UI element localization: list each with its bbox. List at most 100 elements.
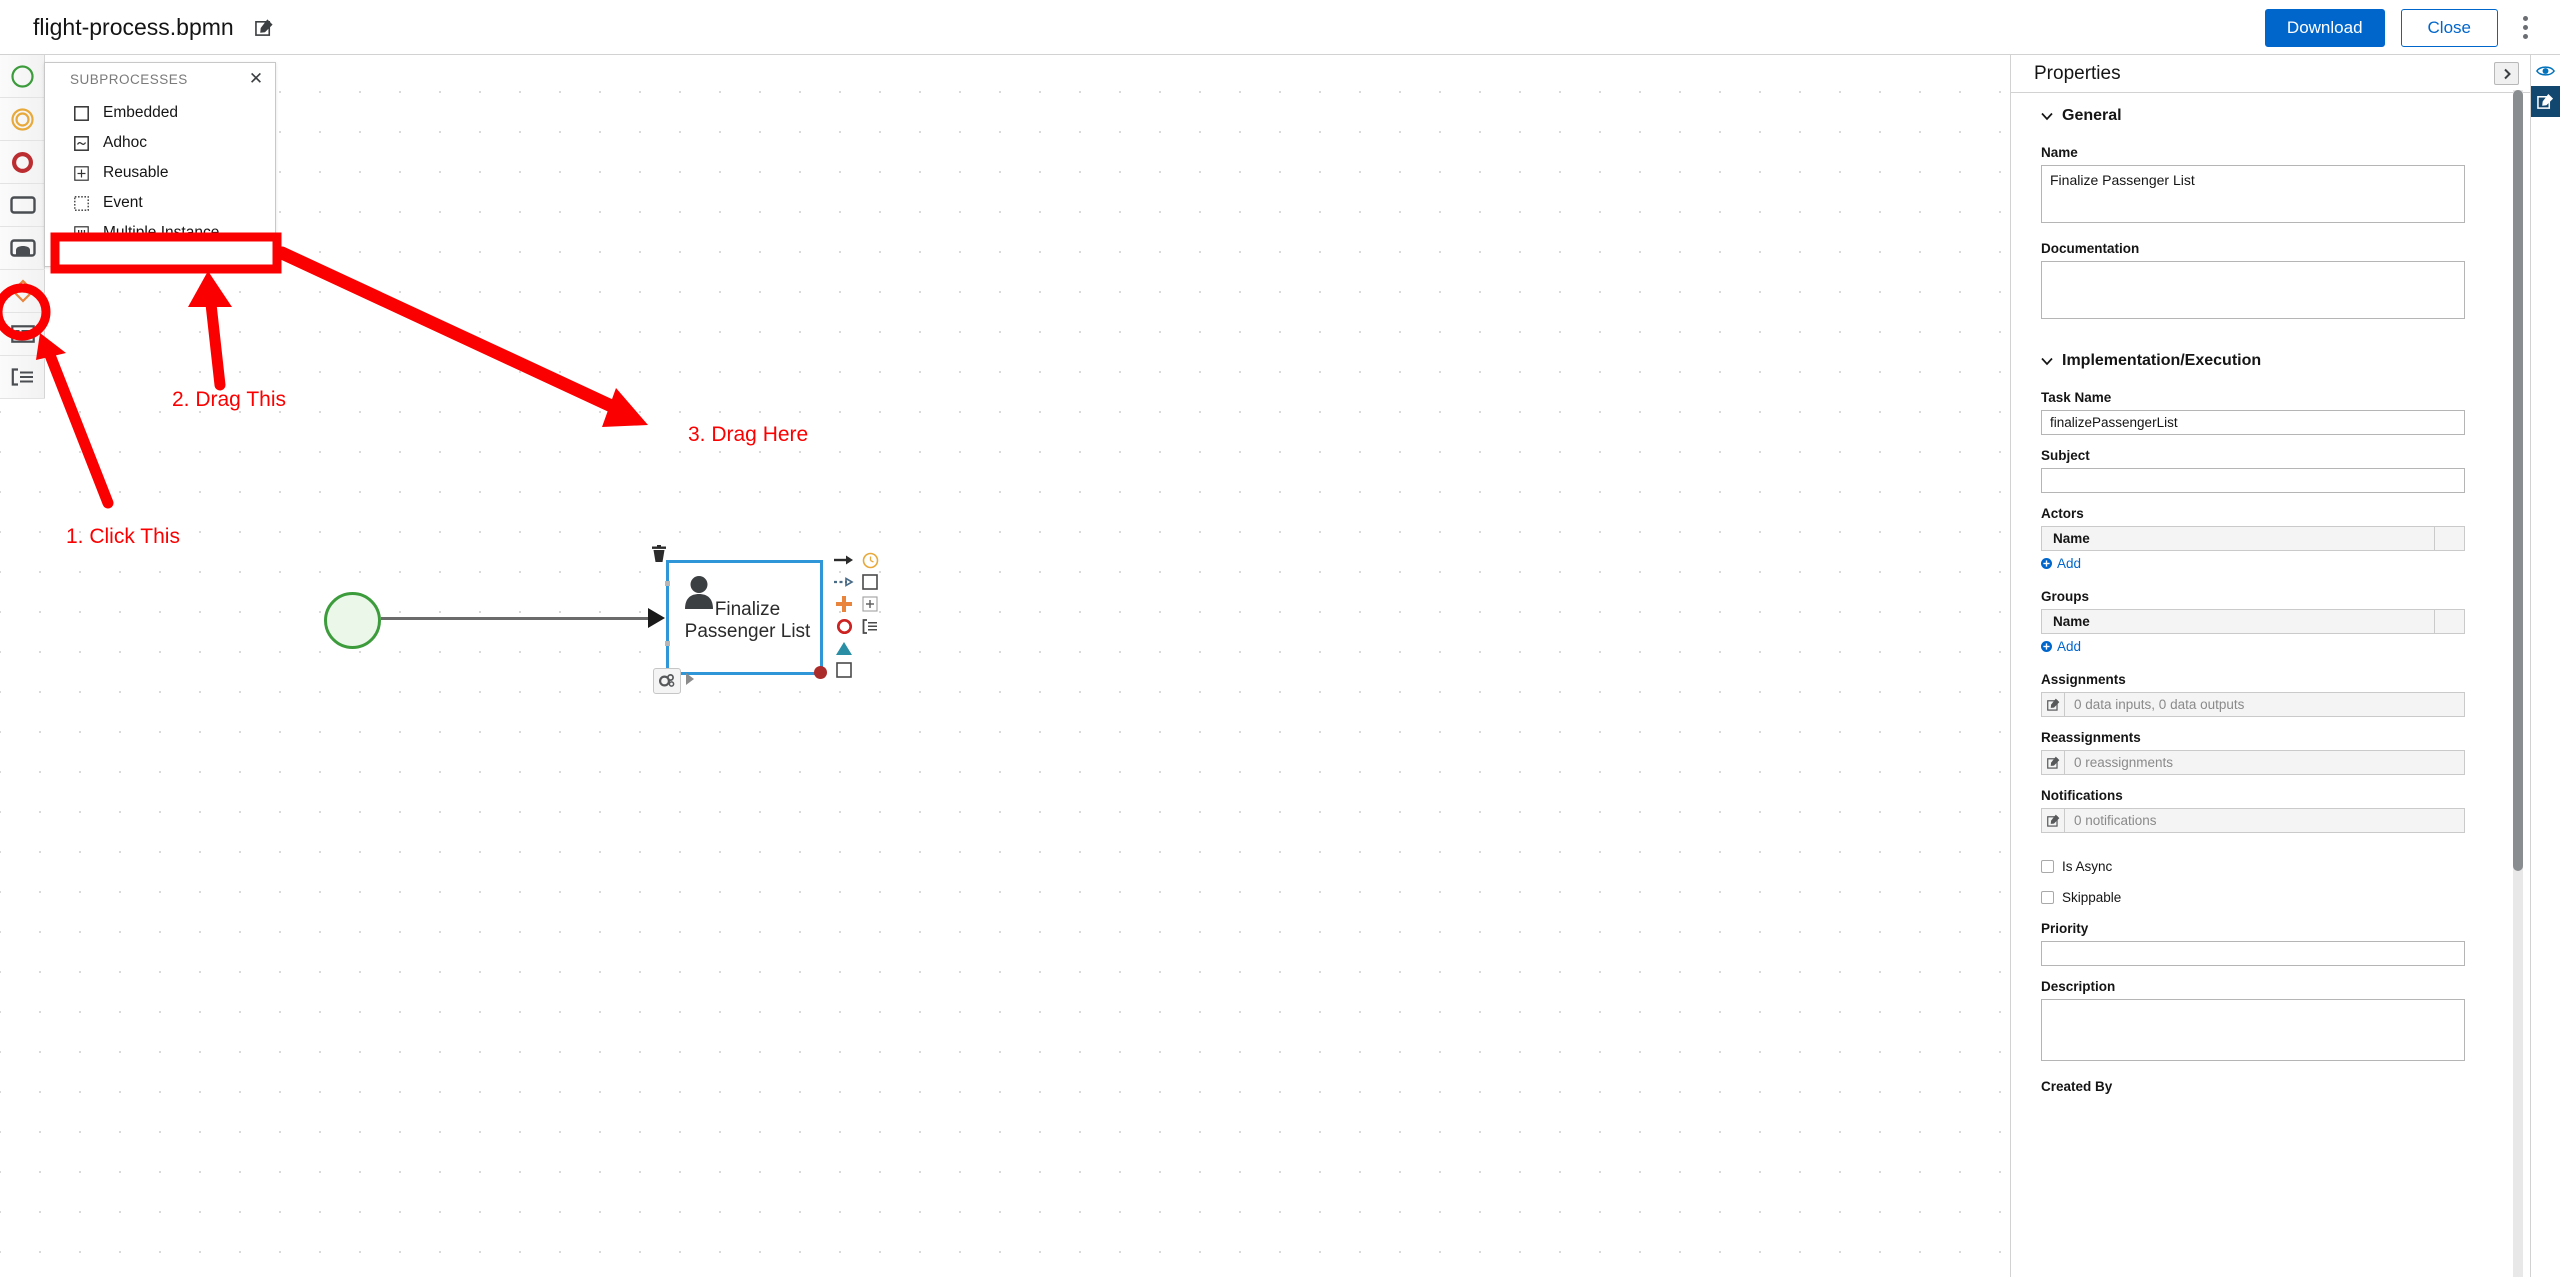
groups-col-actions <box>2434 610 2464 633</box>
context-pad <box>831 550 893 682</box>
embedded-subprocess-icon <box>70 102 92 124</box>
append-end-event-icon[interactable] <box>831 616 857 636</box>
connection-endpoint[interactable] <box>814 666 827 679</box>
eye-preview-icon[interactable] <box>2531 55 2560 86</box>
row-skippable[interactable]: Skippable <box>2041 890 2465 905</box>
actors-label: Actors <box>2041 506 2084 521</box>
is-async-checkbox[interactable] <box>2041 860 2054 873</box>
description-field[interactable] <box>2041 999 2465 1061</box>
section-general[interactable]: General <box>2041 107 2465 125</box>
description-label: Description <box>2041 979 2116 994</box>
documentation-field[interactable] <box>2041 261 2465 319</box>
priority-field[interactable] <box>2041 941 2465 966</box>
palette-item-intermediate-event[interactable] <box>0 98 45 141</box>
created-by-label: Created By <box>2041 1079 2113 1094</box>
skippable-checkbox[interactable] <box>2041 891 2054 904</box>
subprocesses-popup-header: SUBPROCESSES ✕ <box>45 63 275 96</box>
subprocesses-popup-title: SUBPROCESSES <box>70 72 188 87</box>
section-implementation-execution[interactable]: Implementation/Execution <box>2041 352 2465 370</box>
subprocess-option-label: Event <box>103 194 143 211</box>
subprocess-option-reusable[interactable]: Reusable <box>45 158 275 188</box>
start-event-shape[interactable] <box>324 592 381 649</box>
add-actor-button[interactable]: Add <box>2041 556 2465 571</box>
notifications-value: 0 notifications <box>2065 808 2465 833</box>
groups-col-name: Name <box>2053 614 2090 629</box>
palette-item-start-event[interactable] <box>0 55 45 98</box>
properties-body[interactable]: General Name Documentation Implementatio… <box>2011 93 2513 1277</box>
palette-item-subprocess[interactable] <box>0 227 45 270</box>
subprocess-option-adhoc[interactable]: Adhoc <box>45 128 275 158</box>
edit-pencil-icon[interactable] <box>252 14 278 40</box>
append-lane-icon[interactable] <box>857 616 883 636</box>
properties-title: Properties <box>2034 62 2121 84</box>
properties-header: Properties <box>2011 55 2530 93</box>
palette-item-gateway[interactable] <box>0 270 45 313</box>
subprocess-option-event[interactable]: Event <box>45 188 275 218</box>
task-name-field[interactable] <box>2041 410 2465 435</box>
palette-item-swimlane[interactable] <box>0 356 45 399</box>
subprocess-option-embedded[interactable]: Embedded <box>45 98 275 128</box>
append-timer-event-icon[interactable] <box>857 550 883 570</box>
subprocess-option-label: Reusable <box>103 164 169 181</box>
name-field[interactable] <box>2041 165 2465 223</box>
close-button[interactable]: Close <box>2400 8 2498 47</box>
field-notifications: Notifications 0 notifications <box>2041 788 2465 833</box>
palette-item-task[interactable] <box>0 184 45 227</box>
notifications-label: Notifications <box>2041 788 2123 803</box>
append-sequence-flow-icon[interactable] <box>831 550 857 570</box>
add-actor-label: Add <box>2057 556 2082 571</box>
kebab-menu-icon[interactable] <box>2508 5 2542 51</box>
row-is-async[interactable]: Is Async <box>2041 859 2465 874</box>
multiple-instance-icon <box>70 222 92 244</box>
skippable-label: Skippable <box>2062 890 2122 905</box>
add-plus-icon[interactable] <box>831 594 857 614</box>
resize-handle-left-bottom[interactable] <box>665 641 670 646</box>
field-priority: Priority <box>2041 921 2465 966</box>
section-general-label: General <box>2062 107 2122 124</box>
subprocess-option-label: Multiple Instance <box>103 224 220 241</box>
annotation-step-3: 3. Drag Here <box>688 423 809 446</box>
gear-expand-caret-icon[interactable] <box>686 673 694 685</box>
field-description: Description <box>2041 979 2465 1066</box>
add-group-button[interactable]: Add <box>2041 639 2465 654</box>
subprocess-option-label: Embedded <box>103 104 178 121</box>
append-task-icon[interactable] <box>857 572 883 592</box>
append-subprocess-icon[interactable] <box>831 660 857 680</box>
groups-table: Name <box>2041 609 2465 634</box>
assignments-label: Assignments <box>2041 672 2126 687</box>
append-gateway-icon[interactable] <box>831 638 857 658</box>
gear-settings-icon[interactable] <box>653 668 681 694</box>
right-rail <box>2530 55 2560 1277</box>
notifications-edit-icon[interactable] <box>2041 808 2065 833</box>
edit-properties-icon[interactable] <box>2531 86 2560 117</box>
bpmn-canvas[interactable]: Finalize Passenger List 1. Click This 2.… <box>0 55 2010 1277</box>
subprocess-option-multiple-instance[interactable]: Multiple Instance <box>45 218 275 248</box>
reassignments-input-group[interactable]: 0 reassignments <box>2041 750 2465 775</box>
bpmn-diagram-layer: Finalize Passenger List <box>0 55 2010 1277</box>
palette-item-data-object[interactable] <box>0 313 45 356</box>
name-label: Name <box>2041 145 2078 160</box>
reassignments-edit-icon[interactable] <box>2041 750 2065 775</box>
sequence-flow-connector[interactable] <box>381 617 656 620</box>
assignments-input-group[interactable]: 0 data inputs, 0 data outputs <box>2041 692 2465 717</box>
field-name: Name <box>2041 145 2465 228</box>
groups-label: Groups <box>2041 589 2090 604</box>
subprocesses-popup-list: Embedded Adhoc Reusable Event Multiple I… <box>45 96 275 266</box>
priority-label: Priority <box>2041 921 2089 936</box>
chevron-right-icon[interactable] <box>2494 62 2519 85</box>
section-implementation-label: Implementation/Execution <box>2062 352 2262 369</box>
resize-handle-left-top[interactable] <box>665 581 670 586</box>
download-button[interactable]: Download <box>2264 8 2385 47</box>
assignments-edit-icon[interactable] <box>2041 692 2065 717</box>
close-x-icon[interactable]: ✕ <box>248 70 264 87</box>
append-reusable-icon[interactable] <box>857 594 883 614</box>
subject-field[interactable] <box>2041 468 2465 493</box>
user-task-shape[interactable]: Finalize Passenger List <box>665 560 827 679</box>
palette-item-end-event[interactable] <box>0 141 45 184</box>
properties-scrollbar-thumb[interactable] <box>2513 90 2523 871</box>
properties-panel: Properties General Name Documentation <box>2010 55 2530 1277</box>
task-label-line2: Passenger List <box>684 620 811 642</box>
notifications-input-group[interactable]: 0 notifications <box>2041 808 2465 833</box>
event-subprocess-icon <box>70 192 92 214</box>
append-message-flow-icon[interactable] <box>831 572 857 592</box>
